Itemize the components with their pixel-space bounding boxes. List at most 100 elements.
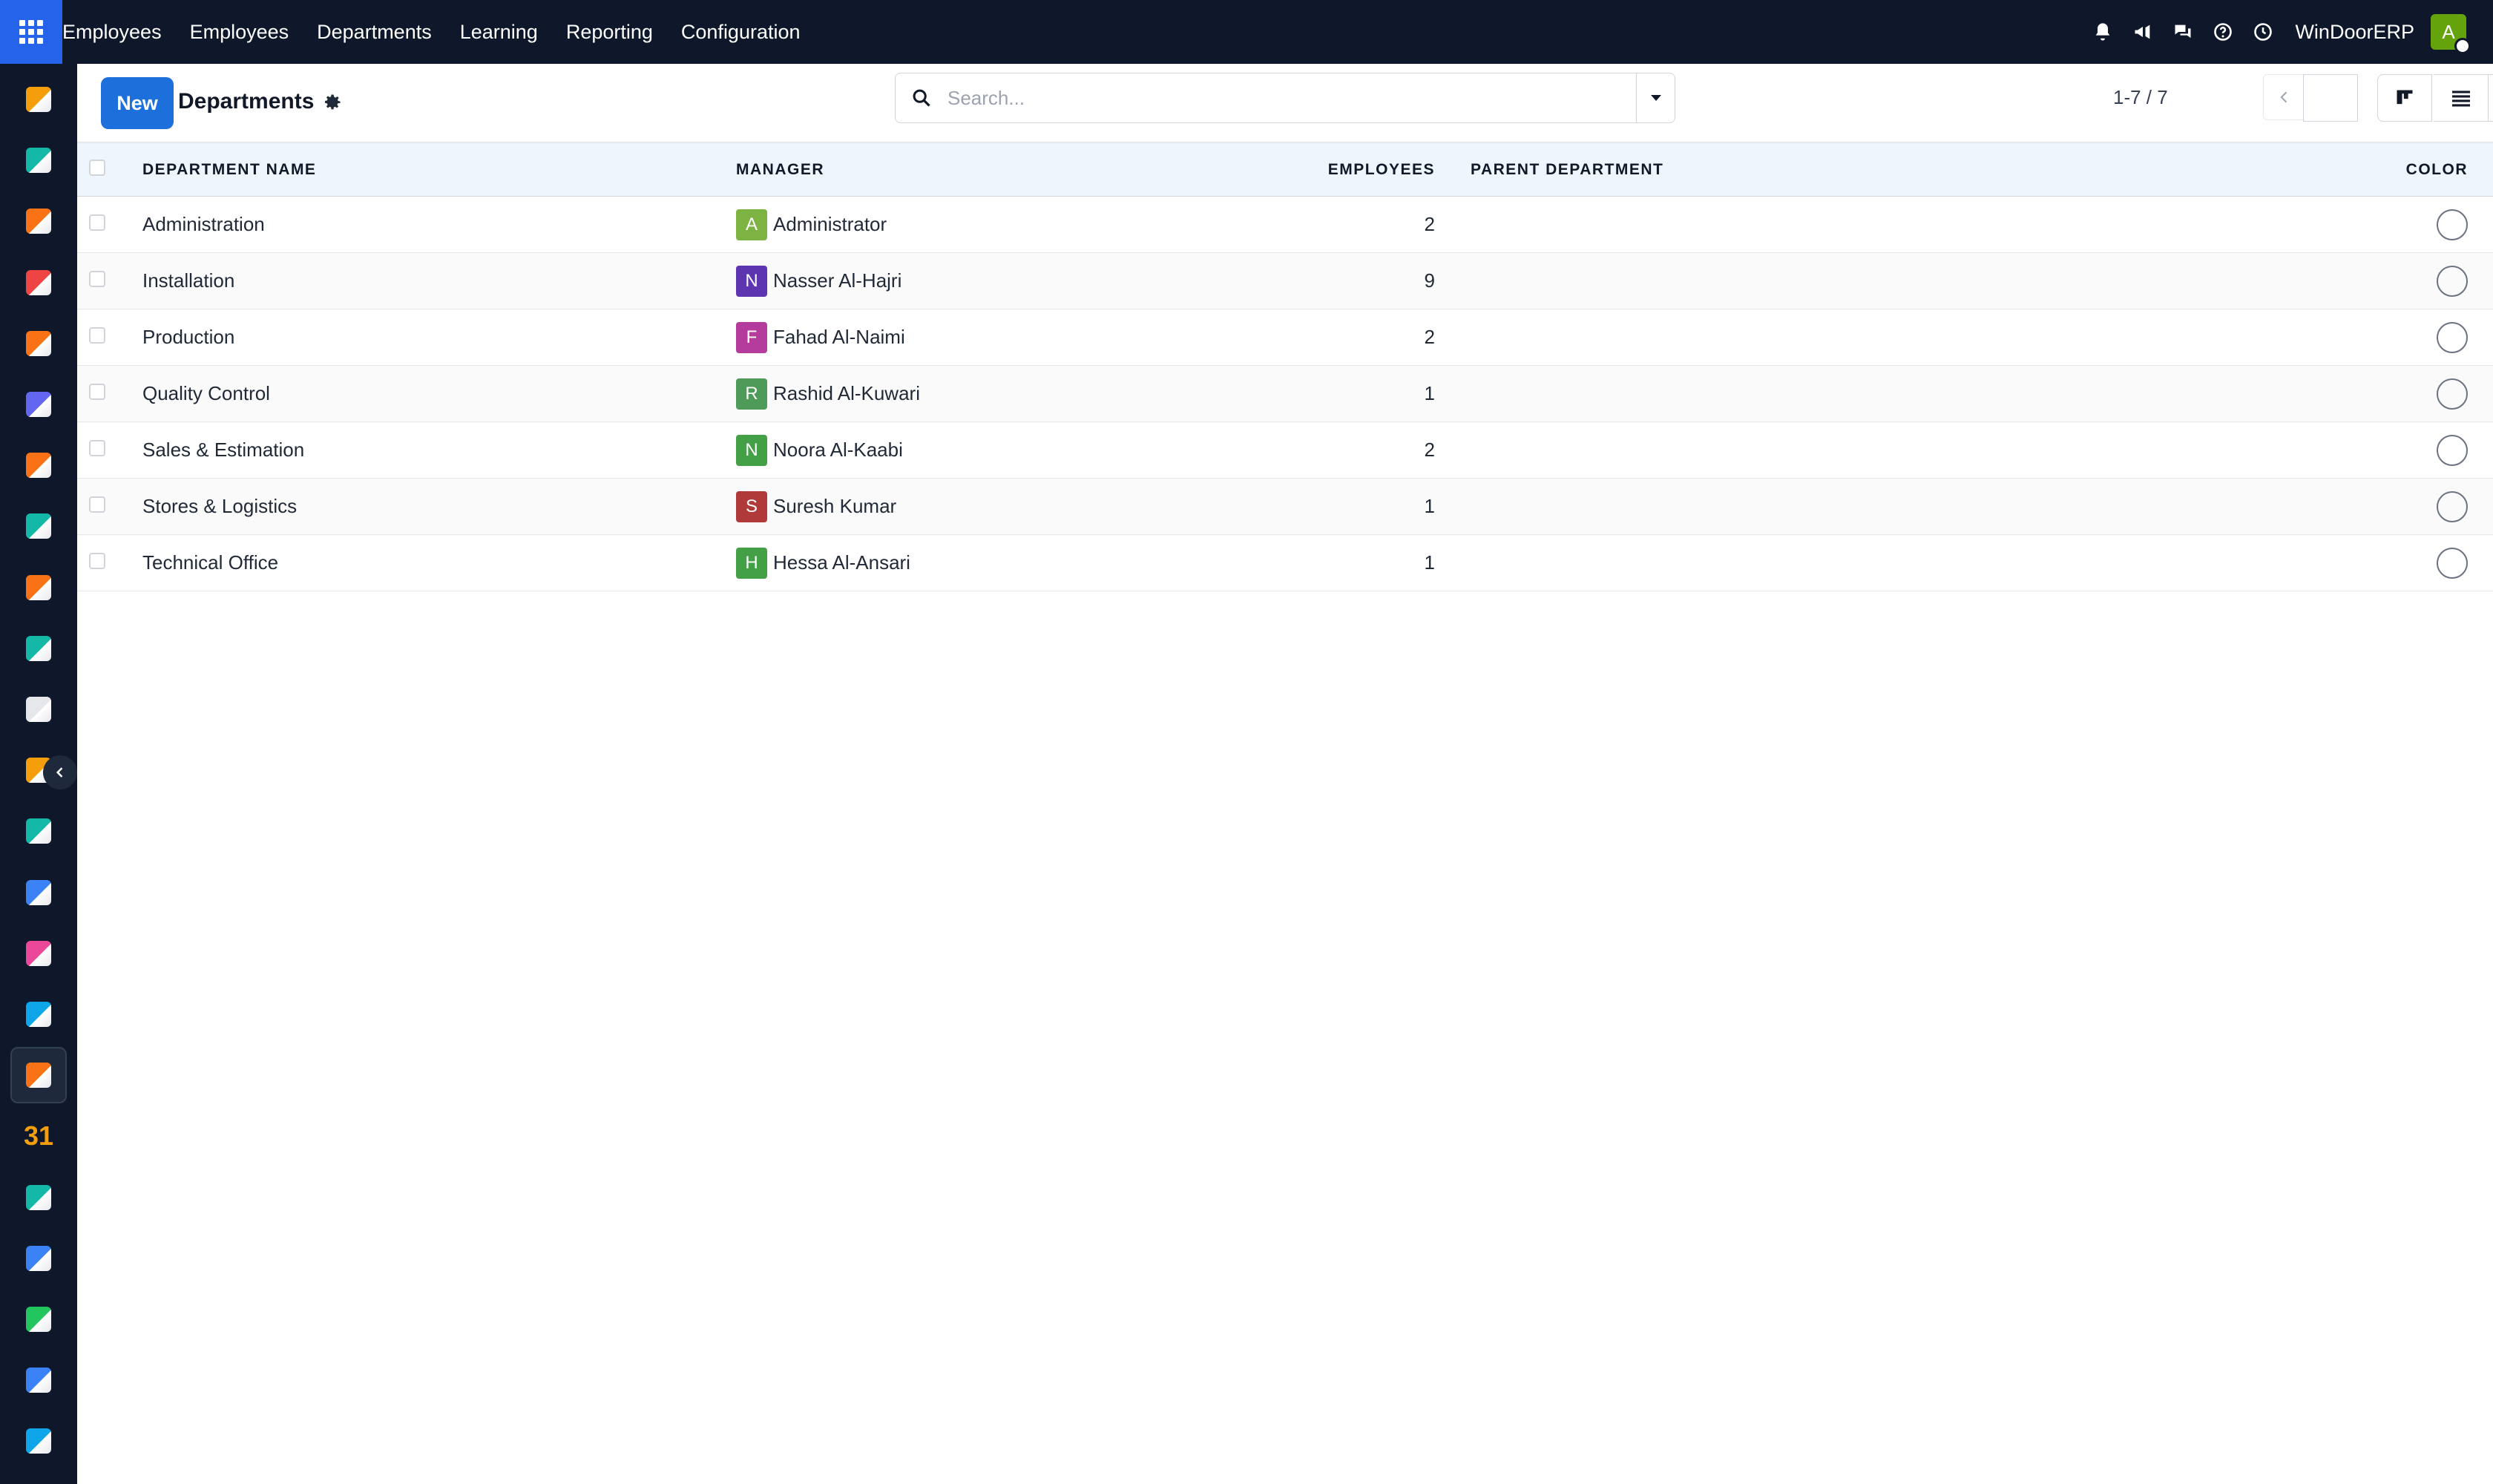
manager-cell[interactable]: S Suresh Kumar [736,479,1270,535]
table-row[interactable]: Quality Control R Rashid Al-Kuwari 1 [77,365,2493,422]
parent-department[interactable] [1447,253,2263,309]
sidebar-app-knowledge[interactable] [10,864,67,921]
menu-employees[interactable]: Employees [176,0,303,64]
employee-count[interactable]: 1 [1270,479,1447,535]
pager-value[interactable]: 1-7 / 7 [2113,86,2168,109]
sidebar-app-contacts-2[interactable] [10,620,67,677]
sidebar-app-charts[interactable] [10,559,67,616]
parent-department[interactable] [1447,535,2263,591]
color-picker[interactable] [2437,434,2468,466]
search-options-toggle[interactable] [1636,73,1675,122]
company-switcher[interactable]: WinDoorERP [2295,21,2414,44]
header-color[interactable]: COLOR [2263,143,2493,197]
sidebar-app-waves[interactable] [10,1413,67,1469]
manager-cell[interactable]: H Hessa Al-Ansari [736,535,1270,591]
sidebar-app-billing[interactable] [10,986,67,1043]
row-checkbox[interactable] [89,440,105,456]
manager-cell[interactable]: A Administrator [736,197,1270,253]
row-checkbox[interactable] [89,496,105,513]
gear-icon[interactable] [322,92,344,114]
color-picker[interactable] [2437,547,2468,579]
sidebar-app-discuss[interactable] [10,437,67,493]
search-icon[interactable] [896,73,947,123]
parent-department[interactable] [1447,422,2263,479]
manager-cell[interactable]: N Nasser Al-Hajri [736,253,1270,309]
department-name[interactable]: Technical Office [142,535,736,591]
employee-count[interactable]: 2 [1270,309,1447,366]
parent-department[interactable] [1447,197,2263,253]
row-checkbox[interactable] [89,384,105,400]
clock-icon[interactable] [2250,19,2276,45]
sidebar-app-tasks[interactable] [10,803,67,859]
sidebar-app-contacts[interactable] [10,132,67,188]
sidebar-app-inventory[interactable] [10,681,67,738]
row-checkbox[interactable] [89,553,105,569]
manager-cell[interactable]: N Noora Al-Kaabi [736,422,1270,479]
bell-icon[interactable] [2090,19,2115,45]
manager-cell[interactable]: F Fahad Al-Naimi [736,309,1270,366]
row-checkbox[interactable] [89,327,105,344]
color-picker[interactable] [2437,321,2468,353]
sidebar-app-check[interactable] [10,498,67,554]
table-row[interactable]: Technical Office H Hessa Al-Ansari 1 [77,535,2493,591]
new-button[interactable]: New [101,77,174,129]
sidebar-app-mail[interactable] [10,376,67,433]
chat-icon[interactable] [2170,19,2195,45]
table-row[interactable]: Installation N Nasser Al-Hajri 9 [77,252,2493,309]
sidebar-app-employees[interactable] [10,1047,67,1104]
page-title[interactable]: Departments [178,89,314,114]
parent-department[interactable] [1447,309,2263,366]
table-row[interactable]: Administration A Administrator 2 [77,197,2493,253]
hierarchy-view-button[interactable] [2489,74,2493,122]
color-picker[interactable] [2437,209,2468,240]
employee-count[interactable]: 1 [1270,366,1447,422]
department-name[interactable]: Installation [142,253,736,309]
sidebar-app-1[interactable] [10,71,67,128]
collapse-sidebar-button[interactable] [43,755,77,789]
help-icon[interactable] [2210,19,2236,45]
employee-count[interactable]: 2 [1270,197,1447,253]
menu-reporting[interactable]: Reporting [552,0,667,64]
color-picker[interactable] [2437,490,2468,522]
table-row[interactable]: Production F Fahad Al-Naimi 2 [77,309,2493,366]
menu-learning[interactable]: Learning [446,0,552,64]
sidebar-app-whatsapp[interactable] [10,1291,67,1347]
menu-brand[interactable]: Employees [62,0,176,64]
department-name[interactable]: Stores & Logistics [142,479,736,535]
search-input[interactable] [947,76,1636,120]
department-name[interactable]: Production [142,309,736,366]
megaphone-icon[interactable] [2130,19,2155,45]
header-parent-department[interactable]: PARENT DEPARTMENT [1447,143,2263,197]
select-all-checkbox[interactable] [89,159,105,176]
department-name[interactable]: Administration [142,197,736,253]
employee-count[interactable]: 2 [1270,422,1447,479]
sidebar-app-reports[interactable] [10,193,67,249]
sidebar-app-calendar[interactable]: 31 [10,1108,67,1164]
user-avatar[interactable]: A [2431,14,2471,54]
header-department-name[interactable]: DEPARTMENT NAME [142,143,736,197]
color-picker[interactable] [2437,265,2468,297]
parent-department[interactable] [1447,366,2263,422]
row-checkbox[interactable] [89,214,105,231]
sidebar-app-dashboard[interactable] [10,1230,67,1287]
row-checkbox[interactable] [89,271,105,287]
sidebar-app-box[interactable] [10,925,67,982]
header-manager[interactable]: MANAGER [736,143,1270,197]
color-picker[interactable] [2437,378,2468,410]
manager-cell[interactable]: R Rashid Al-Kuwari [736,366,1270,422]
table-row[interactable]: Stores & Logistics S Suresh Kumar 1 [77,478,2493,535]
employee-count[interactable]: 9 [1270,253,1447,309]
parent-department[interactable] [1447,479,2263,535]
department-name[interactable]: Quality Control [142,366,736,422]
sidebar-app-chat[interactable] [10,315,67,372]
header-employees[interactable]: EMPLOYEES [1270,143,1447,197]
list-view-button[interactable] [2434,74,2489,122]
sidebar-app-clock[interactable] [10,1352,67,1408]
sidebar-app-pie[interactable] [10,255,67,311]
menu-departments[interactable]: Departments [303,0,446,64]
department-name[interactable]: Sales & Estimation [142,422,736,479]
kanban-view-button[interactable] [2377,74,2432,122]
apps-menu-button[interactable] [0,0,62,64]
sidebar-app-sign[interactable] [10,1169,67,1226]
pager-previous-button[interactable] [2263,74,2306,120]
